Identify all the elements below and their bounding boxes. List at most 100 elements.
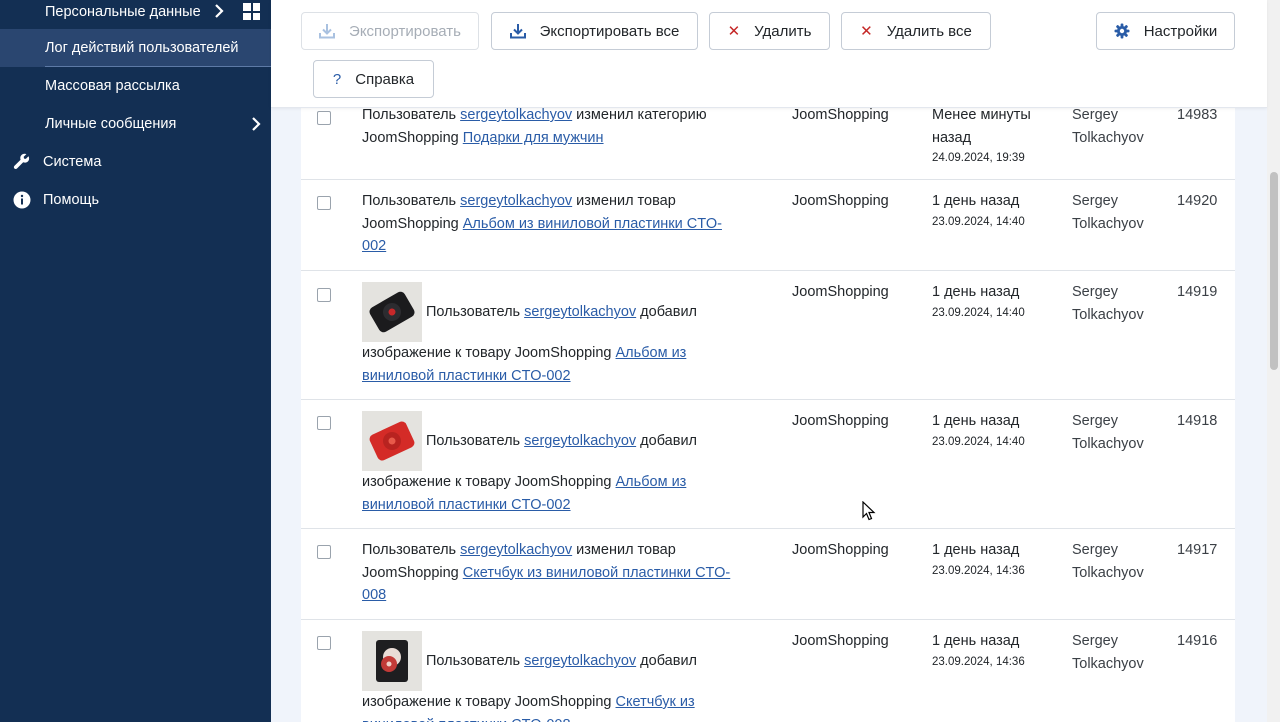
- wrench-icon: [12, 152, 32, 172]
- user-name: Sergey Tolkachyov: [1072, 108, 1144, 146]
- timestamp: 23.09.2024, 14:40: [932, 215, 1025, 228]
- gear-icon: [1114, 23, 1130, 39]
- main-content: Экспортировать Экспортировать все ✕ Удал…: [271, 0, 1267, 722]
- sidebar-item-mass-mail[interactable]: Массовая рассылка: [0, 67, 271, 105]
- export-all-button[interactable]: Экспортировать все: [491, 12, 698, 50]
- user-name: Sergey Tolkachyov: [1072, 284, 1144, 323]
- row-checkbox[interactable]: [317, 545, 331, 559]
- row-checkbox[interactable]: [317, 111, 331, 125]
- table-row: Пользователь sergeytolkachyov добавил изо…: [301, 271, 1235, 400]
- user-link[interactable]: sergeytolkachyov: [460, 108, 572, 123]
- download-icon: [509, 23, 526, 39]
- user-link[interactable]: sergeytolkachyov: [524, 304, 636, 320]
- settings-label: Настройки: [1143, 22, 1218, 40]
- timestamp: 23.09.2024, 14:40: [932, 435, 1025, 448]
- info-icon: [12, 190, 32, 210]
- delete-button[interactable]: ✕ Удалить: [709, 12, 830, 50]
- date-cell: 1 день назад 23.09.2024, 14:40: [932, 410, 1052, 451]
- product-thumbnail: [362, 631, 422, 691]
- user-link[interactable]: sergeytolkachyov: [524, 653, 636, 669]
- sidebar-item-private-messages[interactable]: Личные сообщения: [0, 105, 271, 143]
- log-message: Пользователь sergeytolkachyov изменил то…: [362, 193, 722, 254]
- row-id: 14983: [1177, 108, 1218, 123]
- sidebar-item-label: Массовая рассылка: [45, 78, 180, 94]
- item-link[interactable]: Подарки для мужчин: [463, 130, 604, 146]
- row-id: 14917: [1177, 542, 1218, 558]
- sidebar-item-label: Личные сообщения: [45, 116, 177, 132]
- user-link[interactable]: sergeytolkachyov: [460, 193, 572, 209]
- sidebar-item-help[interactable]: Помощь: [0, 181, 271, 219]
- timestamp: 24.09.2024, 19:39: [932, 152, 1025, 164]
- log-message: Пользователь sergeytolkachyov изменил то…: [362, 542, 731, 603]
- date-cell: 1 день назад 23.09.2024, 14:36: [932, 630, 1052, 671]
- row-id: 14919: [1177, 284, 1218, 300]
- toolbar: Экспортировать Экспортировать все ✕ Удал…: [271, 0, 1267, 108]
- sidebar-item-label: Лог действий пользователей: [45, 40, 239, 56]
- table-row: Пользователь sergeytolkachyov добавил изо…: [301, 400, 1235, 529]
- log-message: Пользователь sergeytolkachyov добавил изо…: [362, 631, 732, 722]
- export-all-label: Экспортировать все: [539, 22, 680, 40]
- actions-log-table: Пользователь sergeytolkachyov изменил ка…: [301, 108, 1235, 722]
- delete-label: Удалить: [754, 22, 812, 40]
- date-cell: 1 день назад 23.09.2024, 14:36: [932, 539, 1052, 580]
- table-row: Пользователь sergeytolkachyov изменил то…: [301, 180, 1235, 271]
- product-thumbnail: [362, 411, 422, 471]
- scrollbar-thumb[interactable]: [1270, 172, 1278, 370]
- mouse-pointer-icon: [862, 500, 876, 526]
- sidebar-item-user-actions-log[interactable]: Лог действий пользователей: [0, 29, 271, 67]
- extension-name: JoomShopping: [792, 284, 889, 300]
- delete-all-button[interactable]: ✕ Удалить все: [841, 12, 991, 50]
- user-name: Sergey Tolkachyov: [1072, 413, 1144, 452]
- extension-name: JoomShopping: [792, 193, 889, 209]
- chevron-right-icon: [249, 114, 263, 134]
- chevron-right-icon: [212, 1, 226, 21]
- extension-name: JoomShopping: [792, 413, 889, 429]
- sidebar-item-label: Система: [43, 154, 102, 170]
- export-label: Экспортировать: [349, 22, 461, 40]
- date-cell: 1 день назад 23.09.2024, 14:40: [932, 281, 1052, 322]
- date-cell: 1 день назад 23.09.2024, 14:40: [932, 190, 1052, 231]
- product-thumbnail: [362, 282, 422, 342]
- download-icon: [319, 23, 336, 39]
- user-name: Sergey Tolkachyov: [1072, 542, 1144, 581]
- dashboard-grid-icon[interactable]: [243, 3, 260, 20]
- export-button[interactable]: Экспортировать: [301, 12, 479, 50]
- settings-button[interactable]: Настройки: [1096, 12, 1235, 50]
- user-name: Sergey Tolkachyov: [1072, 193, 1144, 232]
- log-message: Пользователь sergeytolkachyov добавил изо…: [362, 411, 732, 516]
- extension-name: JoomShopping: [792, 542, 889, 558]
- help-button[interactable]: ? Справка: [313, 60, 434, 98]
- extension-name: JoomShopping: [792, 108, 889, 123]
- user-name: Sergey Tolkachyov: [1072, 633, 1144, 672]
- user-link[interactable]: sergeytolkachyov: [524, 433, 636, 449]
- timestamp: 23.09.2024, 14:40: [932, 306, 1025, 319]
- table-row: Пользователь sergeytolkachyov изменил то…: [301, 529, 1235, 620]
- sidebar-item-personal-data[interactable]: Персональные данные: [0, 0, 271, 24]
- page-scrollbar[interactable]: [1267, 0, 1280, 722]
- table-row: Пользователь sergeytolkachyov добавил изо…: [301, 620, 1235, 722]
- row-id: 14918: [1177, 413, 1218, 429]
- row-id: 14920: [1177, 193, 1218, 209]
- sidebar: Персональные данные Лог действий пользов…: [0, 0, 271, 722]
- timestamp: 23.09.2024, 14:36: [932, 655, 1025, 668]
- row-checkbox[interactable]: [317, 288, 331, 302]
- close-icon: ✕: [727, 23, 741, 40]
- date-cell: Менее минуты назад 24.09.2024, 19:39: [932, 108, 1052, 167]
- row-checkbox[interactable]: [317, 196, 331, 210]
- close-icon: ✕: [860, 23, 873, 40]
- question-icon: ?: [332, 70, 342, 88]
- row-id: 14916: [1177, 633, 1218, 649]
- timestamp: 23.09.2024, 14:36: [932, 564, 1025, 577]
- extension-name: JoomShopping: [792, 633, 889, 649]
- log-message: Пользователь sergeytolkachyov изменил ка…: [362, 108, 707, 146]
- sidebar-item-label: Персональные данные: [45, 4, 201, 20]
- sidebar-item-system[interactable]: Система: [0, 143, 271, 181]
- log-message: Пользователь sergeytolkachyov добавил изо…: [362, 282, 732, 387]
- delete-all-label: Удалить все: [886, 22, 972, 40]
- row-checkbox[interactable]: [317, 636, 331, 650]
- sidebar-item-label: Помощь: [43, 192, 100, 208]
- user-link[interactable]: sergeytolkachyov: [460, 542, 572, 558]
- table-row: Пользователь sergeytolkachyov изменил ка…: [301, 108, 1235, 180]
- help-label: Справка: [355, 70, 415, 88]
- row-checkbox[interactable]: [317, 416, 331, 430]
